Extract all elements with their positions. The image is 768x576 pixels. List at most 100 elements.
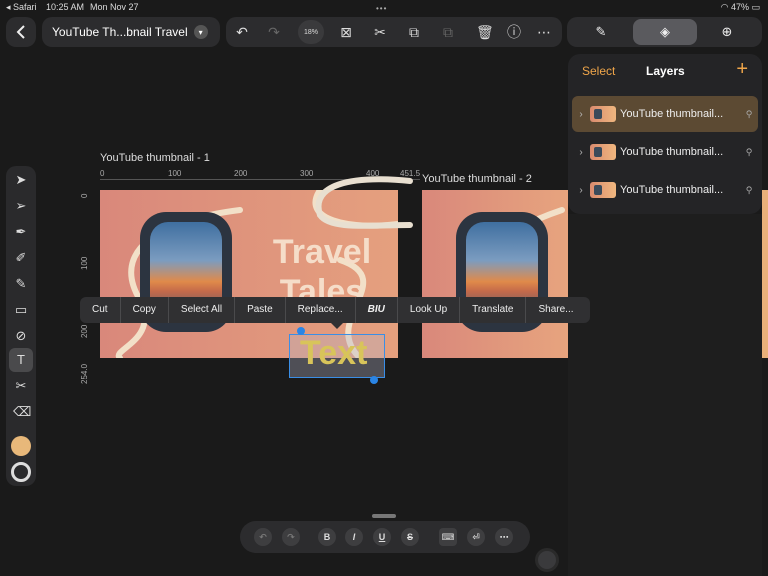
ruler-tick: 200 xyxy=(80,324,89,338)
text-format-toolbar: ↶ ↷ B I U S ⌨ ⏎ ⋯ xyxy=(240,521,530,553)
copy-icon[interactable]: ⧉ xyxy=(406,24,422,40)
layer-row[interactable]: › YouTube thumbnail... ⚲ xyxy=(572,96,758,132)
layer-row[interactable]: › YouTube thumbnail... ⚲ xyxy=(572,172,758,208)
more-icon[interactable]: ⋯ xyxy=(495,528,513,546)
menu-item-look-up[interactable]: Look Up xyxy=(398,297,461,323)
crop-icon[interactable]: ⊠ xyxy=(338,24,354,40)
document-title-button[interactable]: YouTube Th...bnail Travel ▾ xyxy=(42,17,220,47)
battery-icon: ▭ xyxy=(751,2,760,12)
redo-icon[interactable]: ↷ xyxy=(266,24,282,40)
document-title: YouTube Th...bnail Travel xyxy=(52,25,188,39)
undo-icon[interactable]: ↶ xyxy=(254,528,272,546)
text-tool-icon[interactable]: T xyxy=(9,348,33,372)
layer-row[interactable]: › YouTube thumbnail... ⚲ xyxy=(572,134,758,170)
undo-icon[interactable]: ↶ xyxy=(234,24,250,40)
menu-item-biu[interactable]: BIU xyxy=(356,297,398,323)
quick-action-button[interactable] xyxy=(535,548,559,572)
chevron-right-icon[interactable]: › xyxy=(572,185,590,196)
underline-button[interactable]: U xyxy=(373,528,391,546)
redo-icon[interactable]: ↷ xyxy=(282,528,300,546)
chevron-down-icon: ▾ xyxy=(193,25,208,39)
inspector-tabs: ✎ ◈ ⊕ xyxy=(567,17,762,47)
menu-item-share[interactable]: Share... xyxy=(526,297,585,323)
status-date: Mon Nov 27 xyxy=(90,2,139,12)
rectangle-tool-icon[interactable]: ▭ xyxy=(13,302,29,318)
context-menu-arrow xyxy=(330,322,344,329)
return-icon[interactable]: ⏎ xyxy=(467,528,485,546)
tab-add[interactable]: ⊕ xyxy=(695,19,759,45)
ruler-tick: 0 xyxy=(100,169,105,178)
pen-tool-icon[interactable]: ✒ xyxy=(13,224,29,240)
panel-background xyxy=(568,214,762,576)
multitasking-dots-icon[interactable]: ••• xyxy=(376,4,387,13)
select-button[interactable]: Select xyxy=(582,64,615,78)
move-tool-icon[interactable]: ➤ xyxy=(13,172,29,188)
selection-handle-start[interactable] xyxy=(297,327,305,335)
chevron-right-icon[interactable]: › xyxy=(572,147,590,158)
paste-icon[interactable]: ⧉ xyxy=(440,24,456,40)
status-time: 10:25 AM xyxy=(46,2,85,12)
wifi-icon: ◠ xyxy=(720,2,729,12)
toolbar-grabber[interactable] xyxy=(372,514,396,518)
chevron-right-icon[interactable]: › xyxy=(572,109,590,120)
menu-item-paste[interactable]: Paste xyxy=(235,297,286,323)
artboard-2[interactable] xyxy=(422,190,568,358)
italic-button[interactable]: I xyxy=(345,528,363,546)
vertical-ruler: 0 100 200 254.0 xyxy=(80,190,92,384)
menu-item-translate[interactable]: Translate xyxy=(460,297,527,323)
layer-thumbnail xyxy=(590,144,616,160)
layer-name: YouTube thumbnail... xyxy=(620,146,724,158)
direct-select-icon[interactable]: ➢ xyxy=(13,198,29,214)
strikethrough-button[interactable]: S xyxy=(401,528,419,546)
tools-sidebar: ➤ ➢ ✒ ✐ ✎ ▭ ⊘ T ✂ ⌫ xyxy=(6,166,36,486)
bold-button[interactable]: B xyxy=(318,528,336,546)
layer-thumbnail xyxy=(590,182,616,198)
tab-layers[interactable]: ◈ xyxy=(633,19,697,45)
menu-item-select-all[interactable]: Select All xyxy=(169,297,236,323)
layer-name: YouTube thumbnail... xyxy=(620,184,724,196)
status-battery: ◠ 47% ▭ xyxy=(721,2,760,13)
main-toolbar: ↶ ↷ 18% ⊠ ✂ ⧉ ⧉ 🗑 ⓘ ⋯ xyxy=(226,17,562,47)
fill-tool-icon[interactable]: ⊘ xyxy=(13,328,29,344)
chevron-left-icon xyxy=(16,25,25,39)
help-icon[interactable]: ⓘ xyxy=(506,24,522,40)
vector-brush-icon[interactable]: ✐ xyxy=(13,250,29,266)
artboard-label[interactable]: YouTube thumbnail - 1 xyxy=(100,152,210,164)
layer-name: YouTube thumbnail... xyxy=(620,108,724,120)
stroke-color-swatch[interactable] xyxy=(11,462,31,482)
pin-icon[interactable]: ⚲ xyxy=(740,185,758,196)
zoom-level[interactable]: 18% xyxy=(298,20,324,44)
artboard-label[interactable]: YouTube thumbnail - 2 xyxy=(422,173,532,185)
selected-text[interactable]: Text xyxy=(300,334,367,373)
menu-item-replace[interactable]: Replace... xyxy=(286,297,356,323)
art-title-line1[interactable]: Travel xyxy=(252,232,392,272)
back-button[interactable] xyxy=(6,17,36,47)
menu-item-copy[interactable]: Copy xyxy=(121,297,169,323)
status-app[interactable]: ◂ Safari xyxy=(6,2,37,13)
selection-handle-end[interactable] xyxy=(370,376,378,384)
decorative-swirl xyxy=(315,176,413,229)
cut-icon[interactable]: ✂ xyxy=(372,24,388,40)
ruler-tick: 100 xyxy=(168,169,182,178)
fill-color-swatch[interactable] xyxy=(11,436,31,456)
ruler-tick: 200 xyxy=(234,169,248,178)
ruler-tick: 254.0 xyxy=(80,363,89,384)
trash-icon[interactable]: 🗑 xyxy=(476,24,494,40)
layer-thumbnail xyxy=(590,106,616,122)
add-layer-button[interactable]: + xyxy=(736,58,748,81)
pin-icon[interactable]: ⚲ xyxy=(740,109,758,120)
pin-icon[interactable]: ⚲ xyxy=(740,147,758,158)
battery-percent: 47% xyxy=(730,2,749,12)
tab-brush[interactable]: ✎ xyxy=(569,19,633,45)
eraser-icon[interactable]: ⌫ xyxy=(13,404,31,420)
keyboard-icon[interactable]: ⌨ xyxy=(439,528,457,546)
layers-icon: ◈ xyxy=(660,24,670,39)
pencil-icon[interactable]: ✎ xyxy=(13,276,29,292)
ruler-tick: 100 xyxy=(80,256,89,270)
ruler-tick: 0 xyxy=(80,193,89,198)
menu-item-cut[interactable]: Cut xyxy=(80,297,121,323)
artboard-3[interactable] xyxy=(762,190,768,358)
scissors-tool-icon[interactable]: ✂ xyxy=(13,378,29,394)
more-icon[interactable]: ⋯ xyxy=(536,24,552,40)
layers-title: Layers xyxy=(646,64,685,78)
